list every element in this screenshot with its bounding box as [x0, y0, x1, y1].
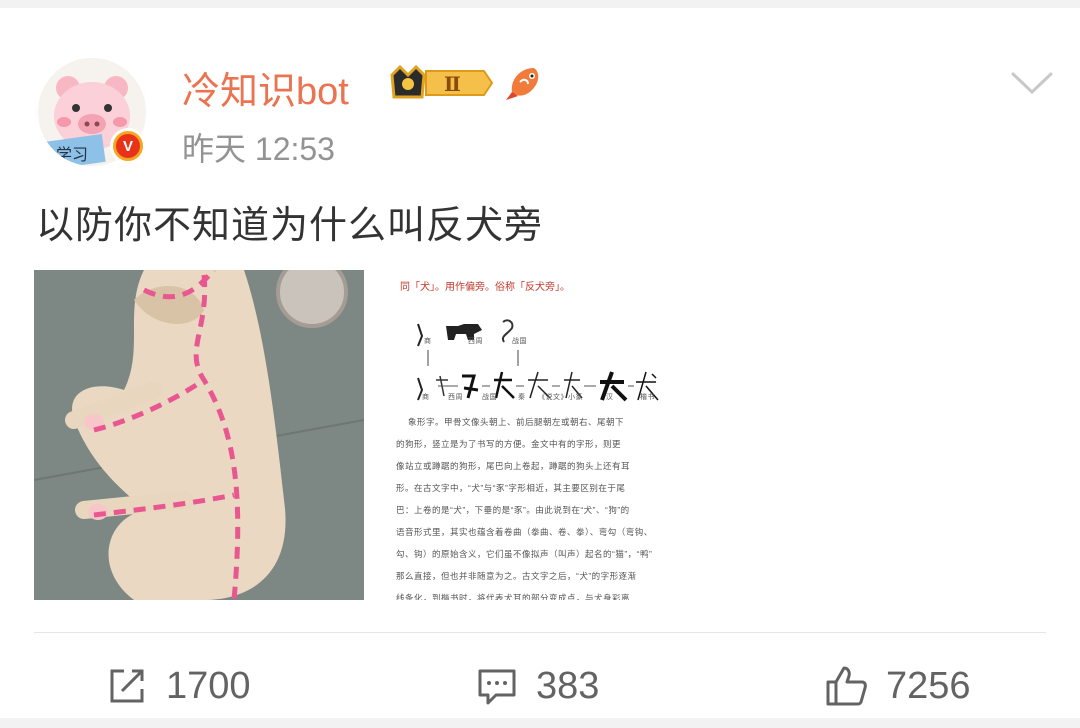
excerpt-line: 象形字。甲骨文像头朝上、前后腿朝左或朝右、尾朝下 [408, 417, 625, 427]
repost-button[interactable]: 1700 [106, 658, 251, 714]
excerpt-line: 像站立或蹲踞的狗形，尾巴向上卷起，蹲踞的狗头上还有耳 [396, 461, 631, 471]
excerpt-line: 语音形式里，其实也蕴含着卷曲（拳曲、卷、拳）、弯勾（弯钩、 [396, 527, 653, 537]
character-evolution-diagram [417, 319, 659, 402]
action-divider [34, 632, 1046, 633]
comment-icon [478, 669, 516, 705]
era-label: 汉 [606, 394, 614, 401]
repost-count: 1700 [166, 664, 251, 707]
repost-icon [110, 669, 144, 703]
excerpt-header: 同「犬」。用作偏旁。俗称「反犬旁」。 [400, 282, 570, 293]
excerpt-line: 线条化，到楷书时，将代表犬耳的部分变成点，与犬身彩离 [396, 593, 631, 600]
comment-count: 383 [536, 664, 600, 707]
verified-badge: V [110, 128, 146, 164]
member-level-badge-icon: Ⅱ [390, 64, 494, 99]
weibo-post-card: 学习 V 冷知识bot Ⅱ 昨天 12:53 以防你不知道为什么叫反犬旁 同「犬… [0, 8, 1080, 718]
chevron-down-icon[interactable] [1010, 70, 1054, 96]
svg-text:学习: 学习 [56, 145, 88, 164]
svg-text:Ⅱ: Ⅱ [444, 72, 461, 96]
era-label: 西周 [468, 338, 483, 345]
excerpt-line: 巴：上卷的是“犬”，下垂的是“豕”。由此说到在“犬”、“狗”的 [396, 505, 630, 515]
thumbs-up-icon [826, 666, 867, 706]
username[interactable]: 冷知识bot [182, 60, 349, 115]
era-label: 《说文》小篆 [538, 394, 583, 401]
koi-fish-icon [506, 68, 539, 100]
post-time: 昨天 12:53 [182, 131, 335, 167]
dictionary-page-image[interactable]: 同「犬」。用作偏旁。俗称「反犬旁」。 商 西周 战国 商 西周 战国 秦 《说文… [378, 270, 708, 600]
excerpt-line: 形。在古文字中，“犬”与“豕”字形相近，其主要区别在于尾 [396, 483, 626, 493]
era-label: 战国 [512, 338, 527, 345]
era-label: 西周 [448, 394, 463, 401]
era-label: 商 [422, 394, 430, 401]
excerpt-line: 的狗形，竖立是为了书写的方便。金文中有的字形，则更 [396, 439, 622, 449]
dog-illustration [34, 270, 364, 600]
era-label: 楷书 [640, 394, 655, 401]
like-button[interactable]: 7256 [824, 658, 971, 714]
dog-photo[interactable] [34, 270, 364, 600]
era-label: 商 [424, 338, 432, 345]
comment-button[interactable]: 383 [476, 658, 599, 714]
era-label: 战国 [482, 394, 497, 401]
excerpt-line: 那么直接，但也并非随意为之。古文字之后，“犬”的字形逐渐 [396, 571, 637, 581]
era-label: 秦 [518, 394, 526, 401]
excerpt-line: 勾、钩）的原始含义，它们虽不像拟声（叫声）起名的“猫”，“鸭” [396, 549, 653, 559]
like-count: 7256 [886, 664, 971, 707]
post-text: 以防你不知道为什么叫反犬旁 [36, 205, 544, 247]
